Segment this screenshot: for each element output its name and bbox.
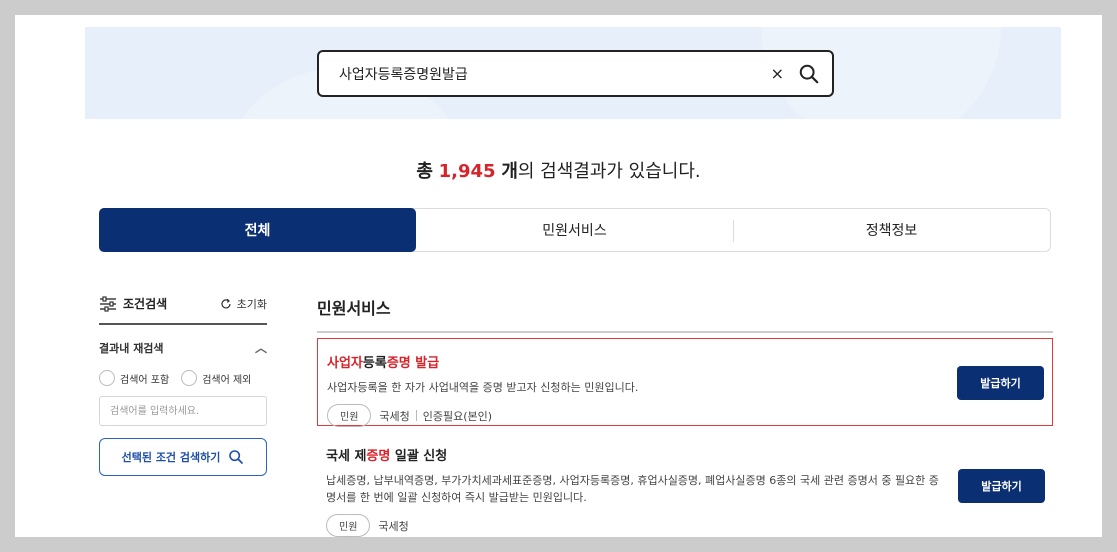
tab-policy-info[interactable]: 정책정보: [733, 209, 1050, 251]
title-highlight: 사업자: [327, 356, 363, 371]
radio-circle[interactable]: [181, 370, 198, 386]
apply-filter-label: 선택된 조건 검색하기: [121, 451, 221, 464]
result-meta: 민원 국세청 인증필요(본인): [327, 404, 1042, 427]
result-meta: 민원 국세청: [326, 514, 1043, 537]
refine-options: 검색어 포함 검색어 제외: [99, 370, 267, 386]
result-card: 사업자등록증명 발급 사업자등록을 한 자가 사업내역을 증명 받고자 신청하는…: [317, 338, 1053, 427]
result-title[interactable]: 국세 제증명 일괄 신청: [326, 445, 1043, 464]
result-description: 사업자등록을 한 자가 사업내역을 증명 받고자 신청하는 민원입니다.: [327, 381, 639, 394]
agency-label: 국세청: [378, 519, 409, 533]
search-icon: [229, 450, 244, 464]
category-badge: 민원: [327, 404, 372, 427]
filter-header: 조건검색 초기화: [99, 295, 267, 325]
agency-label: 국세청: [379, 409, 410, 423]
category-badge: 민원: [326, 514, 371, 537]
filter-sidebar: 조건검색 초기화 결과내 재검색 ︿ 검색어 포함 검색어 제외 검색어를 입력…: [99, 295, 267, 476]
result-title[interactable]: 사업자등록증명 발급: [327, 352, 1042, 371]
result-number: 1,945: [438, 161, 496, 182]
title-highlight: 증명 발급: [386, 356, 440, 371]
result-unit: 개: [501, 161, 518, 182]
page-frame: × 총 1,945 개의 검색결과가 있습니다. 전체 민원서비스 정책정보: [15, 15, 1102, 537]
clear-icon[interactable]: ×: [771, 64, 784, 83]
refine-search-header: 결과내 재검색 ︿: [99, 339, 267, 356]
chevron-up-icon[interactable]: ︿: [255, 339, 267, 356]
result-count: 총 1,945 개의 검색결과가 있습니다.: [15, 157, 1102, 183]
search-icon[interactable]: [798, 63, 820, 85]
title-text: 등록: [362, 356, 387, 371]
refine-search-title: 결과내 재검색: [99, 341, 164, 355]
result-suffix: 의 검색결과가 있습니다.: [517, 161, 701, 182]
result-prefix: 총: [416, 161, 433, 182]
refine-keyword-input[interactable]: [99, 396, 267, 426]
reset-button[interactable]: 초기화: [220, 296, 267, 312]
title-text: 일괄 신청: [390, 449, 448, 464]
filter-title-label: 조건검색: [123, 297, 168, 311]
apply-filter-button[interactable]: 선택된 조건 검색하기: [99, 438, 267, 476]
radio-label: 검색어 포함: [120, 374, 170, 386]
result-tabs: 전체 민원서비스 정책정보: [99, 208, 1051, 252]
search-banner: ×: [85, 27, 1061, 119]
sliders-icon: [100, 295, 116, 312]
radio-exclude-keyword[interactable]: 검색어 제외: [181, 370, 251, 386]
issue-button[interactable]: 발급하기: [957, 366, 1044, 400]
filter-title: 조건검색: [99, 295, 167, 312]
reset-icon: [221, 298, 231, 308]
meta-divider: [415, 410, 417, 421]
tab-all[interactable]: 전체: [99, 208, 416, 252]
auth-label: 인증필요(본인): [422, 409, 493, 423]
reset-label: 초기화: [236, 297, 267, 311]
tab-civil-services[interactable]: 민원서비스: [416, 209, 733, 251]
result-description: 납세증명, 납부내역증명, 부가가치세과세표준증명, 사업자등록증명, 휴업사실…: [326, 474, 939, 504]
results-area: 민원서비스 사업자등록증명 발급 사업자등록을 한 자가 사업내역을 증명 받고…: [317, 295, 1053, 537]
title-text: 국세 제: [326, 449, 367, 464]
section-title: 민원서비스: [317, 295, 1053, 333]
search-input[interactable]: [339, 65, 771, 82]
radio-label: 검색어 제외: [202, 374, 252, 386]
issue-button[interactable]: 발급하기: [958, 469, 1045, 503]
radio-circle[interactable]: [99, 370, 115, 386]
title-highlight: 증명: [366, 449, 391, 464]
search-box: ×: [317, 50, 834, 97]
result-card: 국세 제증명 일괄 신청 납세증명, 납부내역증명, 부가가치세과세표준증명, …: [317, 432, 1053, 537]
radio-include-keyword[interactable]: 검색어 포함: [99, 370, 169, 386]
